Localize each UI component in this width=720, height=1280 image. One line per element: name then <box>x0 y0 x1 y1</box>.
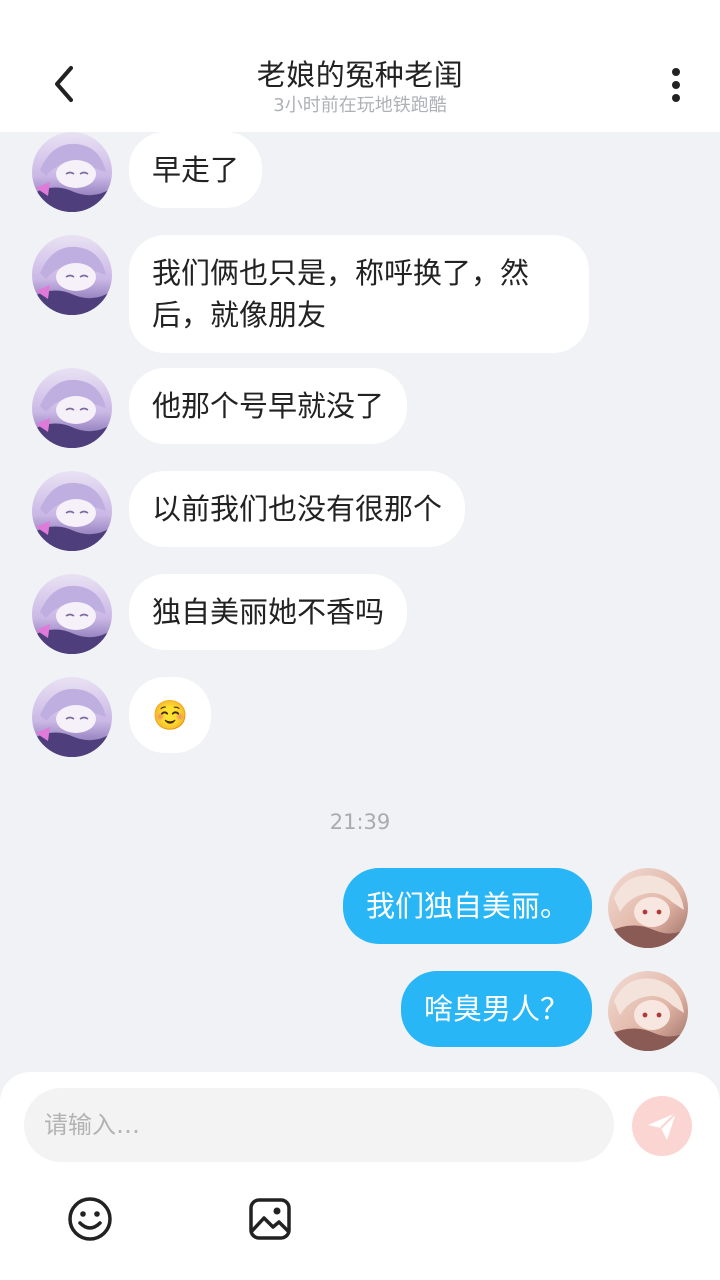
outgoing-message[interactable]: 我们独自美丽。 <box>342 868 592 944</box>
contact-avatar[interactable] <box>32 368 112 448</box>
send-button[interactable] <box>632 1096 692 1156</box>
message-input[interactable] <box>24 1088 614 1162</box>
composer-panel <box>0 1072 720 1280</box>
smiley-icon <box>68 1197 112 1241</box>
incoming-message[interactable]: 独自美丽她不香吗 <box>129 574 408 650</box>
more-vertical-icon <box>672 68 680 76</box>
image-button[interactable] <box>245 1194 295 1244</box>
incoming-message[interactable]: 早走了 <box>129 132 263 208</box>
message-timestamp: 21:39 <box>329 810 391 834</box>
image-icon <box>249 1198 291 1240</box>
more-button[interactable] <box>660 62 692 108</box>
contact-avatar[interactable] <box>32 132 112 212</box>
incoming-emoji-message[interactable]: ☺️ <box>129 677 212 753</box>
outgoing-message[interactable]: 啥臭男人？ <box>400 971 592 1047</box>
incoming-message[interactable]: 他那个号早就没了 <box>129 368 408 444</box>
incoming-message[interactable]: 我们俩也只是，称呼换了，然后，就像朋友 <box>129 235 589 353</box>
user-avatar[interactable] <box>608 868 688 948</box>
incoming-message[interactable]: 以前我们也没有很那个 <box>129 471 466 547</box>
contact-avatar[interactable] <box>32 471 112 551</box>
chat-title: 老娘的冤种老闺 <box>256 58 464 92</box>
chat-header: 老娘的冤种老闺 3小时前在玩地铁跑酷 <box>0 0 720 132</box>
contact-avatar[interactable] <box>32 235 112 315</box>
paper-plane-icon <box>648 1112 677 1140</box>
emoji-button[interactable] <box>65 1194 115 1244</box>
contact-avatar[interactable] <box>32 677 112 757</box>
chat-status: 3小时前在玩地铁跑酷 <box>273 95 447 116</box>
user-avatar[interactable] <box>608 971 688 1051</box>
contact-avatar[interactable] <box>32 574 112 654</box>
